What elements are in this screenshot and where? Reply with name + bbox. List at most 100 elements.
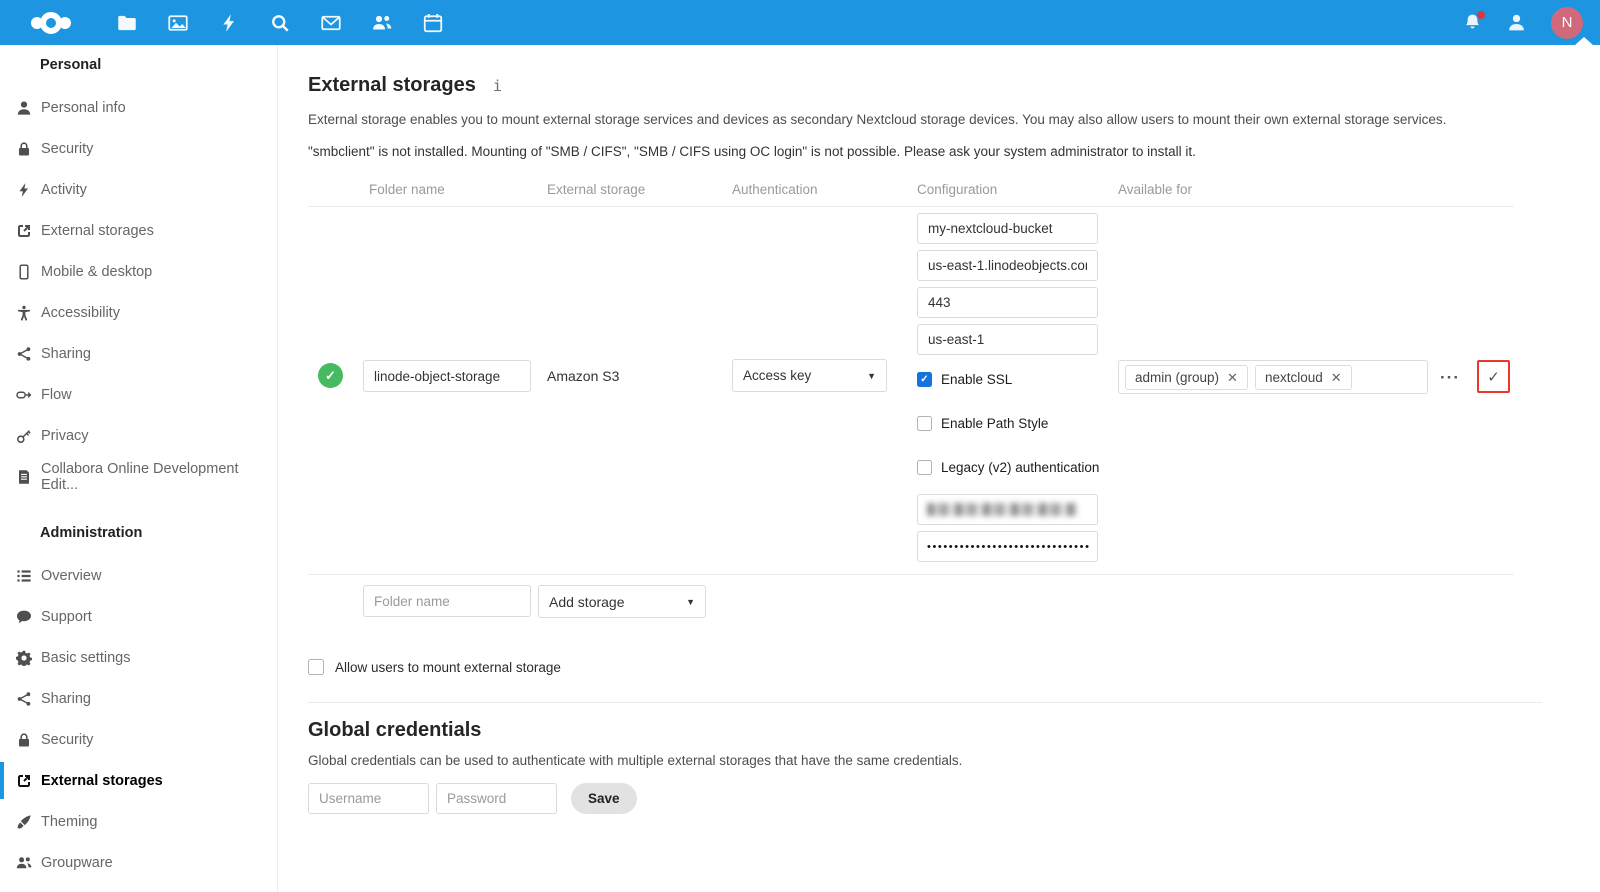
sidebar-item-collabora[interactable]: Collabora Online Development Edit... — [0, 456, 277, 497]
table-header-row: Folder name External storage Authenticat… — [308, 182, 1514, 207]
region-input[interactable] — [917, 324, 1098, 355]
paint-roller-icon — [16, 814, 32, 830]
contacts-app-icon[interactable] — [372, 13, 392, 33]
configuration-cell: ✓ Enable SSL Enable Path Style Legacy (v… — [917, 213, 1098, 562]
sidebar-item-external-storages-personal[interactable]: External storages — [0, 210, 277, 251]
external-storages-table: Folder name External storage Authenticat… — [308, 182, 1514, 632]
external-storages-settings: External storages i External storage ena… — [279, 45, 1600, 892]
username-field[interactable] — [308, 783, 429, 814]
authentication-select[interactable]: Access key ▼ — [732, 359, 887, 392]
add-storage-select[interactable]: Add storage ▼ — [538, 585, 706, 618]
chat-bubble-icon — [16, 609, 32, 625]
sidebar-item-activity[interactable]: Activity — [0, 169, 277, 210]
column-header-configuration: Configuration — [917, 182, 1118, 197]
sidebar-item-mobile-desktop[interactable]: Mobile & desktop — [0, 251, 277, 292]
available-for-field[interactable]: admin (group) ✕ nextcloud ✕ — [1118, 360, 1428, 394]
sidebar-item-label: Support — [41, 609, 92, 625]
sidebar-item-label: Theming — [41, 814, 97, 830]
sidebar-item-personal-info[interactable]: Personal info — [0, 87, 277, 128]
column-header-external-storage: External storage — [547, 182, 732, 197]
port-input[interactable] — [917, 287, 1098, 318]
add-storage-value: Add storage — [549, 594, 625, 610]
photos-app-icon[interactable] — [168, 13, 188, 33]
notifications-bell-icon[interactable] — [1463, 13, 1482, 32]
remove-tag-icon[interactable]: ✕ — [1227, 371, 1238, 384]
section-divider — [308, 702, 1542, 703]
sidebar-item-label: Basic settings — [41, 650, 130, 666]
enable-path-style-label: Enable Path Style — [941, 416, 1048, 431]
sidebar-item-label: Security — [41, 141, 93, 157]
external-link-icon — [16, 773, 32, 789]
storage-status-ok-icon: ✓ — [318, 363, 343, 388]
sidebar-item-basic-settings[interactable]: Basic settings — [0, 637, 277, 678]
checkbox-unchecked-icon[interactable] — [917, 460, 932, 475]
external-link-icon — [16, 223, 32, 239]
legacy-auth-checkbox[interactable]: Legacy (v2) authentication — [917, 460, 1098, 475]
sidebar-item-theming[interactable]: Theming — [0, 801, 277, 842]
nextcloud-logo-icon[interactable] — [20, 12, 82, 34]
remove-tag-icon[interactable]: ✕ — [1331, 371, 1342, 384]
sidebar-item-label: Activity — [41, 182, 87, 198]
topbar-right: N — [1463, 0, 1583, 45]
sidebar-item-groupware[interactable]: Groupware — [0, 842, 277, 883]
search-app-icon[interactable] — [270, 13, 290, 33]
contacts-menu-icon[interactable] — [1507, 13, 1526, 32]
checkbox-checked-icon[interactable]: ✓ — [917, 372, 932, 387]
sidebar-item-external-storages-admin[interactable]: External storages — [0, 760, 277, 801]
allow-users-checkbox[interactable]: Allow users to mount external storage — [308, 659, 1570, 675]
checkbox-unchecked-icon[interactable] — [308, 659, 324, 675]
password-field[interactable] — [436, 783, 557, 814]
topbar: N — [0, 0, 1600, 45]
sidebar-item-overview[interactable]: Overview — [0, 555, 277, 596]
enable-ssl-label: Enable SSL — [941, 372, 1012, 387]
logo-ring — [40, 12, 62, 34]
share-icon — [16, 691, 32, 707]
sidebar-item-security-admin[interactable]: Security — [0, 719, 277, 760]
sidebar-item-sharing-personal[interactable]: Sharing — [0, 333, 277, 374]
key-icon — [16, 428, 32, 444]
column-header-authentication: Authentication — [732, 182, 917, 197]
sidebar-item-support[interactable]: Support — [0, 596, 277, 637]
flow-icon — [16, 387, 32, 403]
avatar[interactable]: N — [1551, 7, 1583, 39]
folder-name-input[interactable] — [363, 360, 531, 392]
enable-path-style-checkbox[interactable]: Enable Path Style — [917, 416, 1098, 431]
save-storage-button-highlighted[interactable]: ✓ — [1477, 360, 1510, 393]
secret-key-input[interactable]: •••••••••••••••••••••••••••••• — [917, 531, 1098, 562]
sidebar-item-label: External storages — [41, 223, 154, 239]
check-glyph: ✓ — [325, 368, 336, 384]
new-folder-name-input[interactable] — [363, 585, 531, 617]
checkbox-unchecked-icon[interactable] — [917, 416, 932, 431]
info-icon[interactable]: i — [493, 77, 502, 95]
notification-badge — [1477, 11, 1485, 19]
lightning-icon — [16, 182, 32, 198]
global-credentials-form: Save — [308, 783, 1570, 814]
sidebar-item-label: Personal info — [41, 100, 126, 116]
user-icon — [16, 100, 32, 116]
sidebar-item-sharing-admin[interactable]: Sharing — [0, 678, 277, 719]
allow-users-label: Allow users to mount external storage — [335, 660, 561, 675]
table-row: ✓ Amazon S3 Access key ▼ ✓ Enable SSL — [308, 207, 1514, 575]
enable-ssl-checkbox[interactable]: ✓ Enable SSL — [917, 372, 1098, 387]
sidebar-item-flow[interactable]: Flow — [0, 374, 277, 415]
available-for-tag: admin (group) ✕ — [1125, 365, 1248, 390]
chevron-down-icon: ▼ — [867, 371, 876, 381]
hostname-input[interactable] — [917, 250, 1098, 281]
global-credentials-description: Global credentials can be used to authen… — [308, 753, 1570, 768]
legacy-auth-label: Legacy (v2) authentication — [941, 460, 1099, 475]
sidebar-item-label: Sharing — [41, 346, 91, 362]
calendar-app-icon[interactable] — [423, 13, 443, 33]
secret-key-mask: •••••••••••••••••••••••••••••• — [927, 541, 1091, 553]
sidebar-item-security-personal[interactable]: Security — [0, 128, 277, 169]
group-icon — [16, 855, 32, 871]
bucket-input[interactable] — [917, 213, 1098, 244]
access-key-input-redacted[interactable] — [917, 494, 1098, 525]
more-options-icon[interactable]: ··· — [1440, 368, 1460, 388]
files-app-icon[interactable] — [117, 13, 137, 33]
mail-app-icon[interactable] — [321, 13, 341, 33]
save-button[interactable]: Save — [571, 783, 637, 814]
sidebar-item-accessibility[interactable]: Accessibility — [0, 292, 277, 333]
activity-app-icon[interactable] — [219, 13, 239, 33]
sidebar-item-privacy[interactable]: Privacy — [0, 415, 277, 456]
share-icon — [16, 346, 32, 362]
